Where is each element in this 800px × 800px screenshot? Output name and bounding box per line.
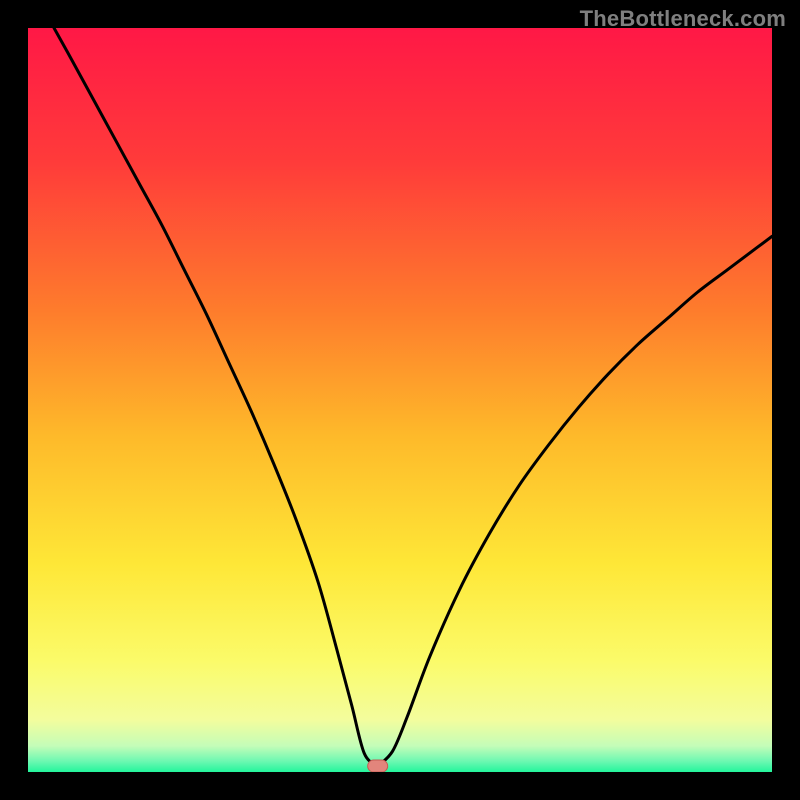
chart-svg	[28, 28, 772, 772]
watermark-text: TheBottleneck.com	[580, 6, 786, 32]
outer-frame: TheBottleneck.com	[0, 0, 800, 800]
chart-marker	[368, 760, 388, 772]
chart-background	[28, 28, 772, 772]
plot-area	[28, 28, 772, 772]
